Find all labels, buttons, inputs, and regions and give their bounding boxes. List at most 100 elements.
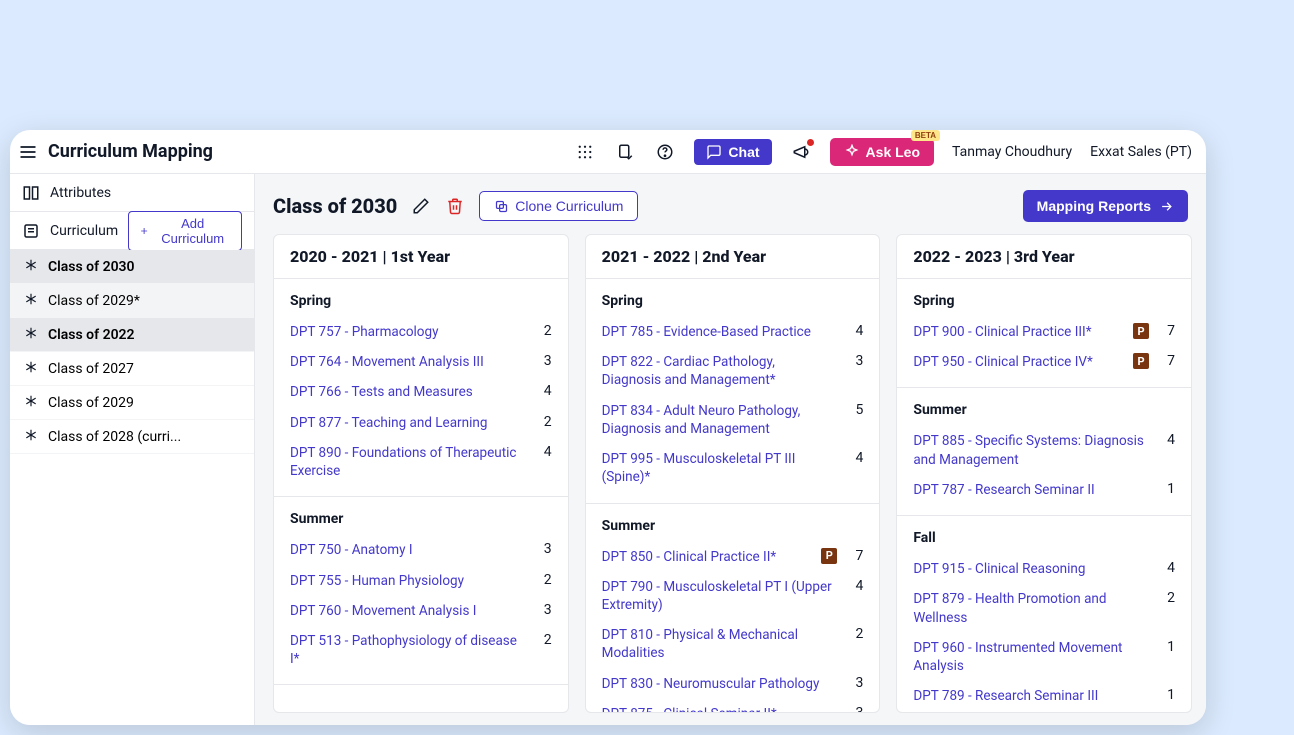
- class-label: Class of 2022: [48, 327, 135, 343]
- course-credits: 4: [1159, 432, 1175, 448]
- term-block: Summer DPT 750 - Anatomy I 3 DPT 755 - Huma…: [274, 497, 568, 685]
- course-link[interactable]: DPT 750 - Anatomy I: [290, 541, 526, 559]
- add-curriculum-button[interactable]: Add Curriculum: [128, 211, 242, 251]
- course-row: DPT 760 - Movement Analysis I 3: [274, 596, 568, 626]
- course-link[interactable]: DPT 757 - Pharmacology: [290, 323, 526, 341]
- chat-icon: [706, 144, 722, 160]
- course-row: DPT 960 - Instrumented Movement Analysis…: [897, 633, 1191, 681]
- task-check-icon[interactable]: [614, 141, 636, 163]
- course-row: DPT 790 - Musculoskeletal PT I (Upper Ex…: [586, 572, 880, 620]
- course-link[interactable]: DPT 890 - Foundations of Therapeutic Exe…: [290, 444, 526, 480]
- apps-grid-icon[interactable]: [574, 141, 596, 163]
- hamburger-icon[interactable]: [18, 142, 38, 162]
- course-row: DPT 875 - Clinical Seminar II* 3: [586, 699, 880, 712]
- beta-badge: BETA: [911, 130, 940, 141]
- year-columns: 2020 - 2021 | 1st Year Spring DPT 757 - Ph…: [255, 234, 1206, 725]
- course-link[interactable]: DPT 915 - Clinical Reasoning: [913, 560, 1149, 578]
- course-row: DPT 879 - Health Promotion and Wellness2: [897, 584, 1191, 632]
- sidebar-curriculum[interactable]: Curriculum Add Curriculum: [10, 212, 254, 250]
- p-badge: P: [1133, 353, 1149, 369]
- course-credits: 3: [847, 705, 863, 712]
- class-row[interactable]: Class of 2027: [10, 352, 254, 386]
- course-credits: 4: [847, 450, 863, 466]
- announcements-icon[interactable]: [790, 141, 812, 163]
- chat-button[interactable]: Chat: [694, 139, 771, 165]
- course-link[interactable]: DPT 960 - Instrumented Movement Analysis: [913, 639, 1149, 675]
- course-link[interactable]: DPT 900 - Clinical Practice III*: [913, 323, 1123, 341]
- course-link[interactable]: DPT 760 - Movement Analysis I: [290, 602, 526, 620]
- course-link[interactable]: DPT 785 - Evidence-Based Practice: [602, 323, 838, 341]
- course-link[interactable]: DPT 810 - Physical & Mechanical Modaliti…: [602, 626, 838, 662]
- mapping-reports-button[interactable]: Mapping Reports: [1023, 190, 1188, 222]
- course-row: DPT 822 - Cardiac Pathology, Diagnosis a…: [586, 347, 880, 395]
- course-credits: 4: [1159, 560, 1175, 576]
- year-body: SpringDPT 900 - Clinical Practice III*P7…: [897, 279, 1191, 712]
- course-credits: 1: [1159, 687, 1175, 703]
- course-link[interactable]: DPT 950 - Clinical Practice IV*: [913, 353, 1123, 371]
- course-link[interactable]: DPT 885 - Specific Systems: Diagnosis an…: [913, 432, 1149, 468]
- course-link[interactable]: DPT 766 - Tests and Measures: [290, 383, 526, 401]
- year-header: 2020 - 2021 | 1st Year: [274, 235, 568, 279]
- asterisk-icon: [24, 428, 38, 446]
- course-link[interactable]: DPT 834 - Adult Neuro Pathology, Diagnos…: [602, 402, 838, 438]
- clone-curriculum-button[interactable]: Clone Curriculum: [479, 191, 638, 221]
- course-credits: 3: [536, 541, 552, 557]
- topbar-right: Chat Ask Leo BETA Tanmay Choudhury Exxat…: [574, 138, 1192, 166]
- course-credits: 2: [847, 626, 863, 642]
- course-link[interactable]: DPT 850 - Clinical Practice II*: [602, 548, 812, 566]
- sidebar-attributes[interactable]: Attributes: [10, 174, 254, 212]
- course-link[interactable]: DPT 755 - Human Physiology: [290, 572, 526, 590]
- course-link[interactable]: DPT 787 - Research Seminar II: [913, 481, 1149, 499]
- class-row[interactable]: Class of 2029: [10, 386, 254, 420]
- org-name[interactable]: Exxat Sales (PT): [1090, 144, 1192, 160]
- year-column: 2020 - 2021 | 1st YearSpringDPT 757 - Ph…: [273, 234, 569, 713]
- help-icon[interactable]: [654, 141, 676, 163]
- course-link[interactable]: DPT 789 - Research Seminar III: [913, 687, 1149, 705]
- ask-leo-button[interactable]: Ask Leo BETA: [830, 138, 934, 166]
- course-row: DPT 789 - Research Seminar III 1: [897, 681, 1191, 711]
- term-name: Summer: [274, 497, 568, 535]
- course-link[interactable]: DPT 513 - Pathophysiology of disease I*: [290, 632, 526, 668]
- sidebar: Attributes Curriculum Add Curriculum Cla…: [10, 174, 255, 725]
- course-link[interactable]: DPT 877 - Teaching and Learning: [290, 414, 526, 432]
- course-row: DPT 950 - Clinical Practice IV*P7: [897, 347, 1191, 377]
- course-link[interactable]: DPT 790 - Musculoskeletal PT I (Upper Ex…: [602, 578, 838, 614]
- course-link[interactable]: DPT 822 - Cardiac Pathology, Diagnosis a…: [602, 353, 838, 389]
- term-block: FallDPT 915 - Clinical Reasoning4DPT 879…: [897, 516, 1191, 712]
- reports-label: Mapping Reports: [1037, 198, 1151, 214]
- arrow-right-icon: [1159, 199, 1174, 214]
- course-credits: 2: [536, 572, 552, 588]
- course-link[interactable]: DPT 830 - Neuromuscular Pathology: [602, 675, 838, 693]
- course-link[interactable]: DPT 995 - Musculoskeletal PT III (Spine)…: [602, 450, 838, 486]
- year-column: 2021 - 2022 | 2nd YearSpringDPT 785 - Ev…: [585, 234, 881, 713]
- asterisk-icon: [24, 292, 38, 310]
- class-row[interactable]: Class of 2022: [10, 318, 254, 352]
- course-row: DPT 810 - Physical & Mechanical Modaliti…: [586, 620, 880, 668]
- term-name: Summer: [586, 504, 880, 542]
- course-row: DPT 900 - Clinical Practice III*P7: [897, 317, 1191, 347]
- edit-icon[interactable]: [411, 196, 431, 216]
- ask-leo-label: Ask Leo: [866, 144, 920, 160]
- class-row[interactable]: Class of 2029*: [10, 284, 254, 318]
- class-row[interactable]: Class of 2028 (curri...: [10, 420, 254, 454]
- body: Attributes Curriculum Add Curriculum Cla…: [10, 174, 1206, 725]
- asterisk-icon: [24, 360, 38, 378]
- delete-icon[interactable]: [445, 196, 465, 216]
- course-link[interactable]: DPT 875 - Clinical Seminar II*: [602, 705, 838, 712]
- term-name: Spring: [586, 279, 880, 317]
- course-credits: 3: [536, 602, 552, 618]
- course-row: DPT 877 - Teaching and Learning2: [274, 408, 568, 438]
- course-link[interactable]: DPT 879 - Health Promotion and Wellness: [913, 590, 1149, 626]
- course-credits: 4: [847, 323, 863, 339]
- course-row: DPT 766 - Tests and Measures4: [274, 377, 568, 407]
- term-block: Spring DPT 785 - Evidence-Based Practice 4…: [586, 279, 880, 504]
- course-credits: 7: [1159, 323, 1175, 339]
- course-credits: 5: [847, 402, 863, 418]
- course-link[interactable]: DPT 764 - Movement Analysis III: [290, 353, 526, 371]
- course-credits: 3: [536, 353, 552, 369]
- curriculum-label: Curriculum: [50, 223, 118, 239]
- class-row[interactable]: Class of 2030: [10, 250, 254, 284]
- user-name[interactable]: Tanmay Choudhury: [952, 144, 1072, 160]
- attributes-label: Attributes: [50, 185, 111, 201]
- year-body: SpringDPT 757 - Pharmacology2DPT 764 - M…: [274, 279, 568, 712]
